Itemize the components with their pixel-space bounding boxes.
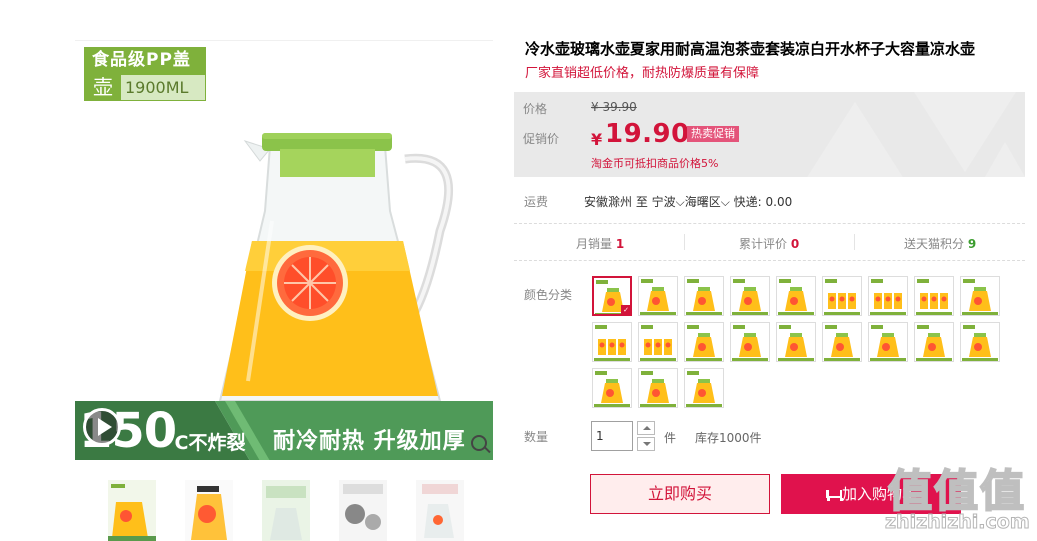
divider [684, 234, 685, 250]
quantity-label: 数量 [524, 430, 549, 444]
quantity-input[interactable] [591, 421, 633, 451]
color-swatch-1[interactable]: ✓ [592, 276, 632, 316]
play-video-icon[interactable] [83, 408, 121, 446]
badge-hu-text: 壶 [85, 75, 121, 100]
color-swatch-4[interactable] [730, 276, 770, 316]
color-swatch-12[interactable] [684, 322, 724, 362]
monthly-sales-value: 1 [615, 237, 625, 251]
color-swatch-21[interactable] [684, 368, 724, 408]
buy-now-button[interactable]: 立即购买 [590, 474, 770, 514]
price-label: 价格 [523, 102, 548, 116]
color-swatch-9[interactable] [960, 276, 1000, 316]
stats-row: 月销量 1 累计评价 0 送天猫积分 9 [514, 223, 1025, 261]
thumbnail-1[interactable] [108, 480, 156, 541]
pp-lid-badge: 食品级PP盖 壶 1900ML [84, 47, 206, 101]
color-swatch-5[interactable] [776, 276, 816, 316]
glass-pitcher-image [218, 133, 454, 401]
color-swatch-11[interactable] [638, 322, 678, 362]
total-reviews[interactable]: 累计评价 0 [739, 235, 799, 252]
product-subtitle: 厂家直销超低价格，耐热防爆质量有保障 [525, 66, 760, 81]
divider [854, 234, 855, 250]
color-category-label: 颜色分类 [524, 288, 573, 302]
shipping-label: 运费 [524, 195, 549, 209]
color-swatch-16[interactable] [868, 322, 908, 362]
color-swatch-3[interactable] [684, 276, 724, 316]
color-swatch-10[interactable] [592, 322, 632, 362]
thumbnail-5[interactable] [416, 480, 464, 541]
zoom-icon[interactable] [471, 435, 487, 451]
watermark-logo: 值值值 [887, 465, 1026, 518]
thumbnail-2[interactable] [185, 480, 233, 541]
product-page: 食品级PP盖 壶 1900ML 150 °C不炸裂 耐冷耐热 升级加厚 冷水壶玻… [0, 0, 1037, 541]
promo-price: 19.90 [605, 119, 690, 149]
price-panel: 价格 ¥ 39.90 促销价 ¥ 19.90 热卖促销 淘金币可抵扣商品价格5% [514, 92, 1025, 177]
color-swatch-2[interactable] [638, 276, 678, 316]
site-watermark: 值值值 zhizhizhi.com [882, 455, 1032, 541]
product-title: 冷水壶玻璃水壶夏家用耐高温泡茶壶套装凉白开水杯子大容量凉水壶 [525, 40, 976, 58]
color-swatch-18[interactable] [960, 322, 1000, 362]
quantity-unit: 件 [664, 431, 677, 445]
stock-count: 库存1000件 [695, 431, 762, 445]
promo-currency: ¥ [591, 130, 603, 149]
tmall-points-value: 9 [967, 237, 977, 251]
image-banner: 150 °C不炸裂 耐冷耐热 升级加厚 [75, 401, 493, 460]
color-swatch-grid: ✓ [592, 276, 1012, 410]
shipping-destination-selector[interactable]: 安徽滁州 至 宁波⌵海曙区⌵ 快递: 0.00 [584, 193, 792, 210]
color-swatch-14[interactable] [776, 322, 816, 362]
watermark-domain: zhizhizhi.com [885, 511, 1031, 534]
thumbnail-4[interactable] [339, 480, 387, 541]
total-reviews-value: 0 [790, 237, 800, 251]
badge-top-text: 食品级PP盖 [84, 47, 206, 74]
taojinbi-note: 淘金币可抵扣商品价格5% [591, 157, 719, 170]
selected-check-icon: ✓ [621, 305, 630, 314]
quantity-increase-button[interactable] [637, 421, 655, 435]
color-swatch-6[interactable] [822, 276, 862, 316]
thumbnail-strip [108, 480, 468, 541]
banner-slogan: 耐冷耐热 升级加厚 [273, 429, 466, 454]
color-swatch-8[interactable] [914, 276, 954, 316]
thumbnail-3[interactable] [262, 480, 310, 541]
monthly-sales: 月销量 1 [576, 237, 625, 251]
tmall-points: 送天猫积分 9 [904, 237, 977, 251]
color-swatch-17[interactable] [914, 322, 954, 362]
banner-degree-text: °C不炸裂 [165, 432, 246, 454]
color-swatch-20[interactable] [638, 368, 678, 408]
color-swatch-15[interactable] [822, 322, 862, 362]
hot-sale-badge: 热卖促销 [687, 126, 739, 142]
quantity-decrease-button[interactable] [637, 437, 655, 451]
promo-price-label: 促销价 [523, 132, 560, 146]
shipping-row: 运费 安徽滁州 至 宁波⌵海曙区⌵ 快递: 0.00 [524, 193, 1024, 213]
color-swatch-7[interactable] [868, 276, 908, 316]
color-swatch-19[interactable] [592, 368, 632, 408]
cart-icon [825, 490, 843, 501]
color-swatch-13[interactable] [730, 322, 770, 362]
main-product-image[interactable]: 食品级PP盖 壶 1900ML 150 °C不炸裂 耐冷耐热 升级加厚 [75, 40, 493, 460]
original-price: ¥ 39.90 [591, 100, 637, 114]
badge-volume-text: 1900ML [125, 78, 189, 97]
